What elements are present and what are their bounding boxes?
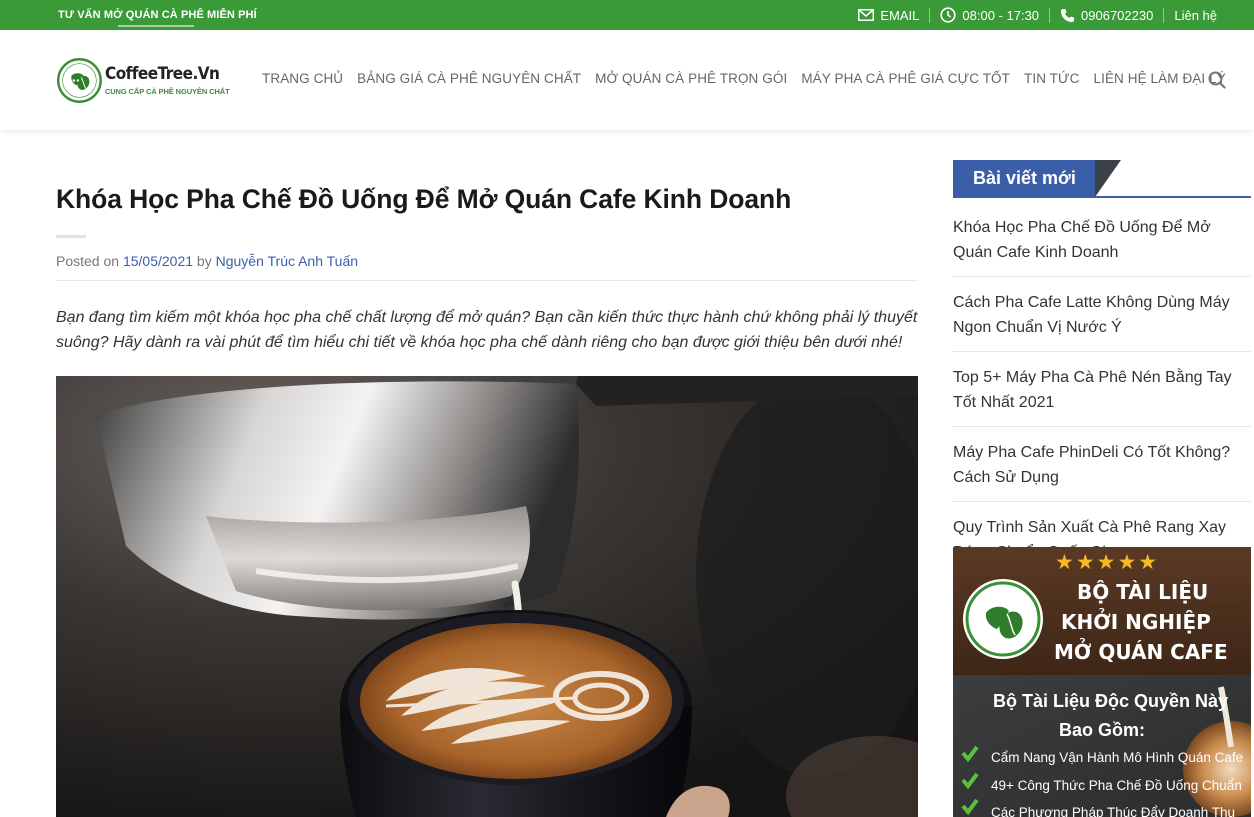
promo-underline [118,25,194,27]
nav-item-price-list[interactable]: BẢNG GIÁ CÀ PHÊ NGUYÊN CHẤT [357,71,581,86]
recent-post-link[interactable]: Top 5+ Máy Pha Cà Phê Nén Bằng Tay Tốt N… [953,364,1251,427]
ad-bullets: Cẩm Nang Vận Hành Mô Hình Quán Cafe 49+ … [961,745,1243,817]
recent-posts-header: Bài viết mới [953,160,1251,198]
ad-bullet: 49+ Công Thức Pha Chế Đồ Uống Chuẩn [991,778,1242,793]
envelope-icon [858,9,875,21]
posted-on-label: Posted on [56,253,120,269]
nav-item-coffee-machines[interactable]: MÁY PHA CÀ PHÊ GIÁ CỰC TỐT [801,71,1010,86]
phone-link[interactable]: 0906702230 [1050,8,1163,23]
ad-headline-1: BỘ TÀI LIỆU [1077,580,1208,604]
ad-subheading-1: Bộ Tài Liệu Độc Quyền Này [993,691,1228,711]
logo-brand: CoffeeTree.Vn [104,64,220,84]
phone-number: 0906702230 [1081,7,1154,23]
featured-image [56,376,918,817]
clock-icon [940,7,957,23]
recent-post-link[interactable]: Khóa Học Pha Chế Đồ Uống Để Mở Quán Cafe… [953,214,1251,277]
promo-link[interactable]: TƯ VẤN MỞ QUÁN CÀ PHÊ MIỄN PHÍ [58,9,257,21]
search-icon [1208,71,1226,89]
phone-icon [1060,8,1075,22]
ad-headline-2: KHỞI NGHIỆP [1061,609,1211,634]
recent-post-link[interactable]: Cách Pha Cafe Latte Không Dùng Máy Ngon … [953,289,1251,352]
rating-stars: ★★★★★ [1055,550,1159,574]
post-meta: Posted on 15/05/2021 by Nguyễn Trúc Anh … [56,253,358,269]
ad-bullet: Các Phương Pháp Thúc Đẩy Doanh Thu [991,805,1235,817]
ad-bullet: Cẩm Nang Vận Hành Mô Hình Quán Cafe [991,750,1243,765]
site-header: CoffeeTree.Vn CUNG CẤP CÀ PHÊ NGUYÊN CHẤ… [0,30,1254,130]
recent-post-link[interactable]: Máy Pha Cafe PhinDeli Có Tốt Không? Cách… [953,439,1251,502]
nav-item-news[interactable]: TIN TỨC [1024,71,1079,86]
ad-headline-3: MỞ QUÁN CAFE [1054,639,1228,664]
hours-info: 08:00 - 17:30 [930,7,1049,23]
ad-banner-graphic: ★★★★★ BỘ TÀI LIỆU KHỞI NGHIỆP MỞ QUÁN CA… [953,547,1251,817]
post-intro: Bạn đang tìm kiếm một khóa học pha chế c… [56,309,918,351]
contact-label: Liên hệ [1174,7,1217,23]
by-label: by [196,253,212,269]
widget-title: Bài viết mới [953,160,1095,197]
latte-art-illustration [56,376,918,817]
recent-posts-list: Khóa Học Pha Chế Đồ Uống Để Mở Quán Cafe… [953,214,1251,588]
sidebar-ad-banner[interactable]: ★★★★★ BỘ TÀI LIỆU KHỞI NGHIỆP MỞ QUÁN CA… [953,547,1251,817]
email-link[interactable]: EMAIL [848,8,929,23]
hours-text: 08:00 - 17:30 [962,7,1040,23]
coffee-tree-logo-icon [57,57,102,103]
post-title: Khóa Học Pha Chế Đồ Uống Để Mở Quán Cafe… [56,184,792,214]
title-divider [56,235,86,238]
contact-link[interactable]: Liên hệ [1164,8,1227,23]
top-bar-contacts: EMAIL 08:00 - 17:30 0906702230 Liên hệ [848,0,1227,30]
author-link[interactable]: Nguyễn Trúc Anh Tuấn [216,253,358,269]
logo-tagline: CUNG CẤP CÀ PHÊ NGUYÊN CHẤT [104,87,230,96]
post-date-link[interactable]: 15/05/2021 [123,253,193,269]
ad-subheading-2: Bao Gồm: [1059,720,1145,740]
site-logo[interactable]: CoffeeTree.Vn CUNG CẤP CÀ PHÊ NGUYÊN CHẤ… [57,50,232,110]
main-nav: TRANG CHỦ BẢNG GIÁ CÀ PHÊ NGUYÊN CHẤT MỞ… [262,71,1240,86]
nav-item-dealer-contact[interactable]: LIÊN HỆ LÀM ĐẠI LÝ [1093,71,1225,86]
search-button[interactable] [1208,71,1226,94]
meta-divider [56,280,918,281]
email-label: EMAIL [880,7,920,23]
nav-item-open-cafe[interactable]: MỞ QUÁN CÀ PHÊ TRỌN GÓI [595,71,787,86]
nav-item-home[interactable]: TRANG CHỦ [262,71,343,86]
top-bar: TƯ VẤN MỞ QUÁN CÀ PHÊ MIỄN PHÍ EMAIL 08:… [0,0,1254,30]
